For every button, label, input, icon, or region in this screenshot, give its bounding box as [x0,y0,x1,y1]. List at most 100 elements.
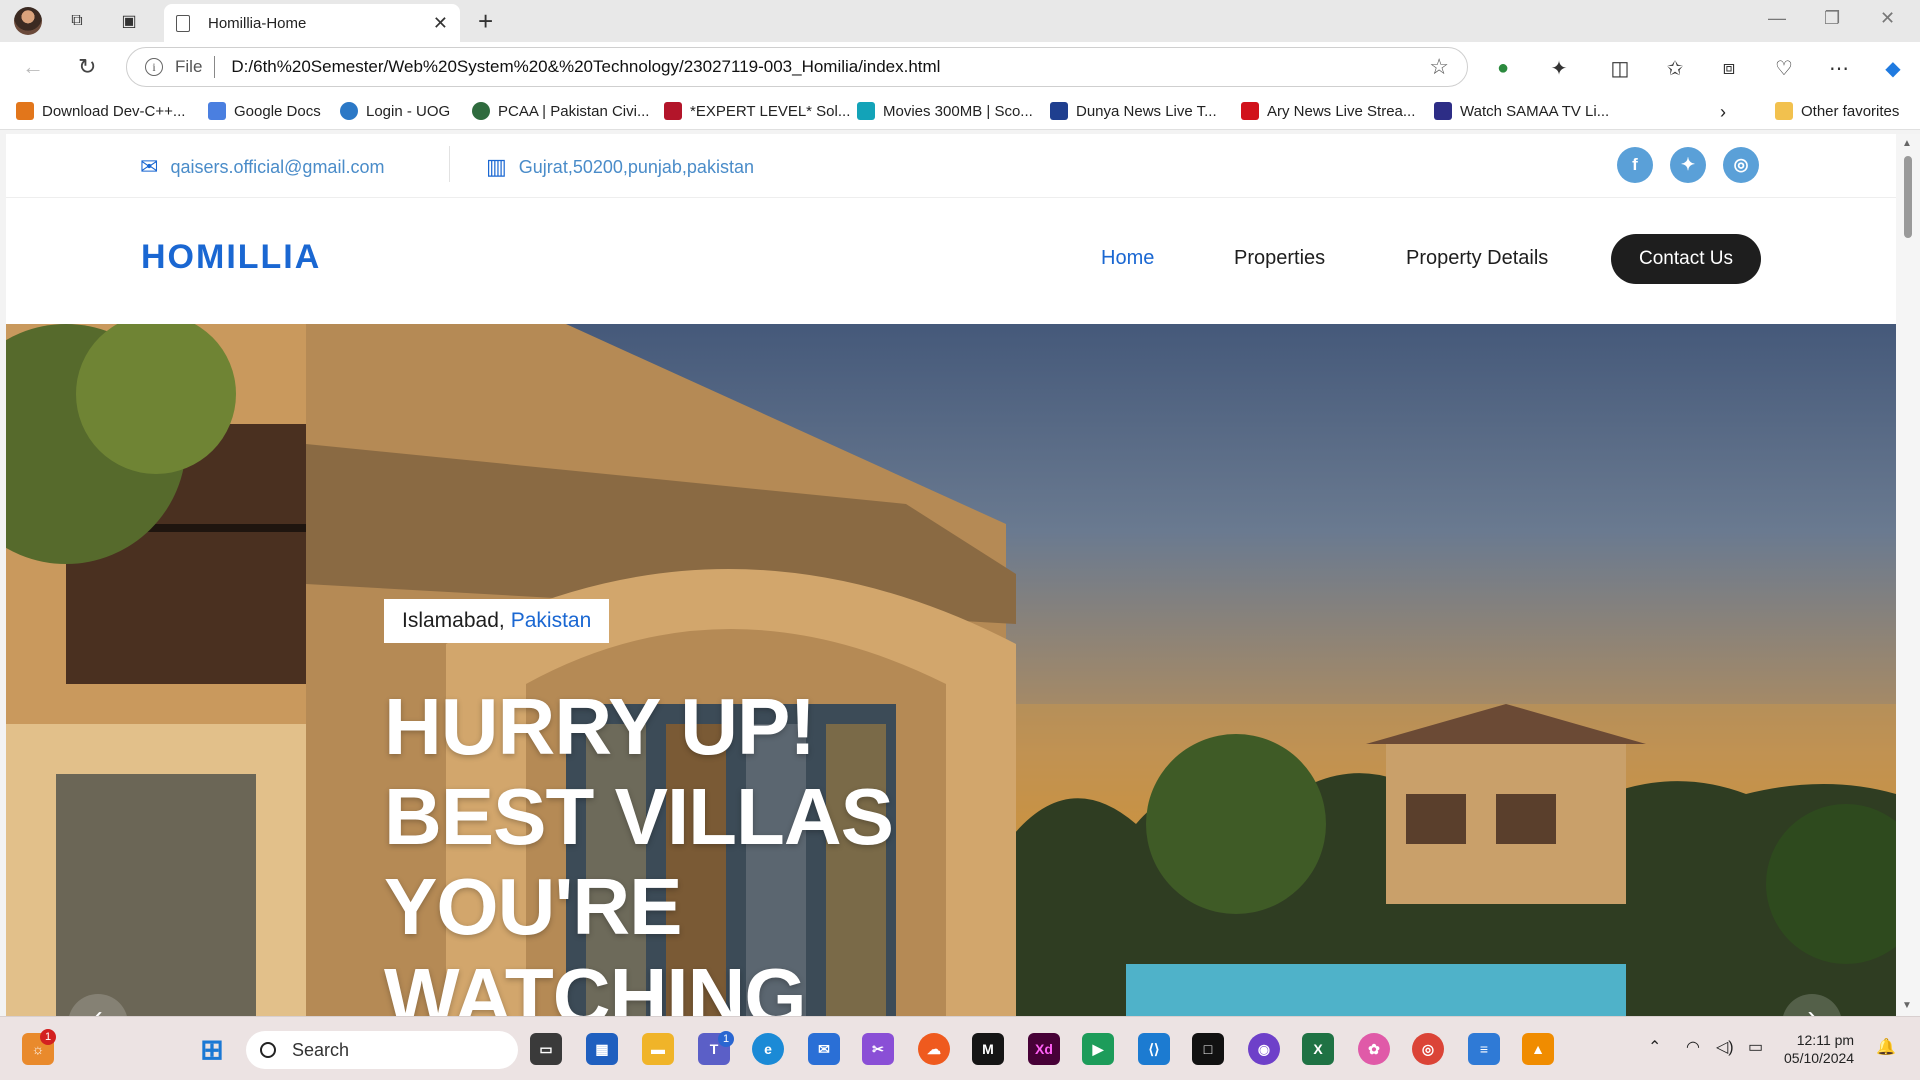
wifi-icon[interactable]: ◠ [1686,1037,1700,1057]
chrome-icon[interactable]: ◎ [1412,1033,1444,1065]
bookmark-favicon [1241,102,1259,120]
settings-more-icon[interactable]: ⋯ [1826,55,1852,81]
copilot-app-icon[interactable]: ✿ [1358,1033,1390,1065]
bookmark-item[interactable]: Google Docs [208,102,321,120]
battery-icon[interactable]: ▭ [1748,1037,1763,1057]
bookmark-item[interactable]: Movies 300MB | Sco... [857,102,1033,120]
extension-globe-icon[interactable]: ● [1490,55,1516,81]
vscode-icon[interactable]: ⟨⟩ [1138,1033,1170,1065]
bookmark-item[interactable]: Login - UOG [340,102,450,120]
hero-banner: Islamabad, Pakistan HURRY UP! BEST VILLA… [6,324,1896,1016]
extensions-icon[interactable]: ✦ [1546,55,1572,81]
bookmark-favicon [1434,102,1452,120]
adobe-xd-icon[interactable]: Xd [1028,1033,1060,1065]
bookmark-favicon [857,102,875,120]
nav-property-details[interactable]: Property Details [1406,247,1548,270]
instagram-icon[interactable]: ◎ [1723,147,1759,183]
close-tab-icon[interactable]: ✕ [433,13,448,34]
split-screen-icon[interactable]: ◫ [1607,55,1633,81]
soundcloud-icon[interactable]: ☁ [918,1033,950,1065]
store-icon[interactable]: ▦ [586,1033,618,1065]
bookmark-item[interactable]: Ary News Live Strea... [1241,102,1415,120]
address-bar[interactable]: i File D:/6th%20Semester/Web%20System%20… [126,47,1468,87]
notification-badge: 1 [40,1029,56,1045]
github-icon[interactable]: ◉ [1248,1033,1280,1065]
facebook-icon[interactable]: f [1617,147,1653,183]
scroll-down-icon[interactable]: ▼ [1902,1000,1912,1011]
close-window-icon[interactable]: ✕ [1880,8,1895,29]
country-text: Pakistan [510,609,592,632]
url-text[interactable]: D:/6th%20Semester/Web%20System%20&%20Tec… [231,57,1429,77]
terminal-icon[interactable]: □ [1192,1033,1224,1065]
address-separator [214,56,216,78]
mail-icon[interactable]: ✉ [808,1033,840,1065]
other-favorites[interactable]: Other favorites [1775,102,1899,120]
page-scrollbar[interactable]: ▲ ▼ [1896,134,1920,1016]
back-icon[interactable]: ← [22,54,44,80]
bookmark-favicon [664,102,682,120]
notifications-icon[interactable]: 🔔 [1876,1037,1896,1057]
headline-line-3: YOU'RE [384,862,683,951]
excel-icon[interactable]: X [1302,1033,1334,1065]
refresh-icon[interactable]: ↻ [78,54,96,80]
info-icon[interactable]: i [145,58,163,76]
vertical-tabs-icon[interactable]: ▣ [116,9,142,33]
copilot-icon[interactable]: ◆ [1880,55,1906,81]
tab-title: Homillia-Home [208,14,307,32]
taskbar-clock[interactable]: 12:11 pm 05/10/2024 [1784,1031,1854,1067]
file-explorer-icon[interactable]: ▬ [642,1033,674,1065]
page-viewport: ✉ qaisers.official@gmail.com ▥ Gujrat,50… [6,134,1896,1016]
minimize-icon[interactable]: — [1768,8,1786,29]
new-tab-icon[interactable]: + [478,6,493,37]
nav-properties[interactable]: Properties [1234,247,1325,270]
site-logo[interactable]: HOMILLIA [141,238,321,277]
task-view-icon[interactable]: ▭ [530,1033,562,1065]
more-bookmarks-chevron-icon[interactable]: › [1720,102,1726,123]
nav-home[interactable]: Home [1101,247,1154,270]
taskbar-search[interactable]: Search [246,1031,518,1069]
active-tab[interactable]: Homillia-Home ✕ [164,4,460,42]
restore-icon[interactable]: ❐ [1824,8,1840,29]
profile-avatar[interactable] [14,7,42,35]
favorite-star-icon[interactable]: ☆ [1429,54,1449,80]
edge-icon[interactable]: e [752,1033,784,1065]
scroll-thumb[interactable] [1904,156,1912,238]
bookmark-item[interactable]: Dunya News Live T... [1050,102,1217,120]
bookmark-item[interactable]: Download Dev-C++... [16,102,185,120]
volume-icon[interactable]: ◁) [1716,1037,1734,1057]
search-icon [260,1042,276,1058]
villa-photo [6,324,1896,1016]
page-icon [176,14,190,32]
favorites-icon[interactable]: ✩ [1662,55,1688,81]
snipping-tool-icon[interactable]: ✂ [862,1033,894,1065]
bookmark-favicon [472,102,490,120]
meet-icon[interactable]: ▶ [1082,1033,1114,1065]
vlc-icon[interactable]: ▲ [1522,1033,1554,1065]
browser-toolbar: ← ↻ i File D:/6th%20Semester/Web%20Syste… [0,42,1920,94]
bookmark-label: Movies 300MB | Sco... [883,102,1033,120]
address-contact: ▥ Gujrat,50200,punjab,pakistan [486,154,754,180]
collections-icon[interactable]: ⧈ [1716,55,1742,81]
email-contact[interactable]: ✉ qaisers.official@gmail.com [140,154,384,180]
contact-us-button[interactable]: Contact Us [1611,234,1761,284]
bookmark-label: Ary News Live Strea... [1267,102,1416,120]
headline-line-4: WATCHING [384,952,807,1016]
bookmark-favicon [16,102,34,120]
start-windows-icon[interactable]: ⊞ [196,1033,228,1065]
notepad-icon[interactable]: ≡ [1468,1033,1500,1065]
headline-line-1: HURRY UP! [384,682,816,771]
workspaces-icon[interactable]: ⧉ [64,9,90,33]
browser-essentials-icon[interactable]: ♡ [1771,55,1797,81]
teams-badge: 1 [718,1031,734,1047]
bookmark-item[interactable]: *EXPERT LEVEL* Sol... [664,102,850,120]
bookmark-label: Dunya News Live T... [1076,102,1217,120]
bookmark-item[interactable]: Watch SAMAA TV Li... [1434,102,1609,120]
bookmark-item[interactable]: PCAA | Pakistan Civi... [472,102,649,120]
scroll-up-icon[interactable]: ▲ [1902,138,1912,149]
bookmark-favicon [208,102,226,120]
bookmark-label: Watch SAMAA TV Li... [1460,102,1610,120]
app-m-icon[interactable]: M [972,1033,1004,1065]
tray-chevron-icon[interactable]: ⌃ [1648,1037,1661,1057]
twitter-icon[interactable]: ✦ [1670,147,1706,183]
bookmark-label: *EXPERT LEVEL* Sol... [690,102,851,120]
